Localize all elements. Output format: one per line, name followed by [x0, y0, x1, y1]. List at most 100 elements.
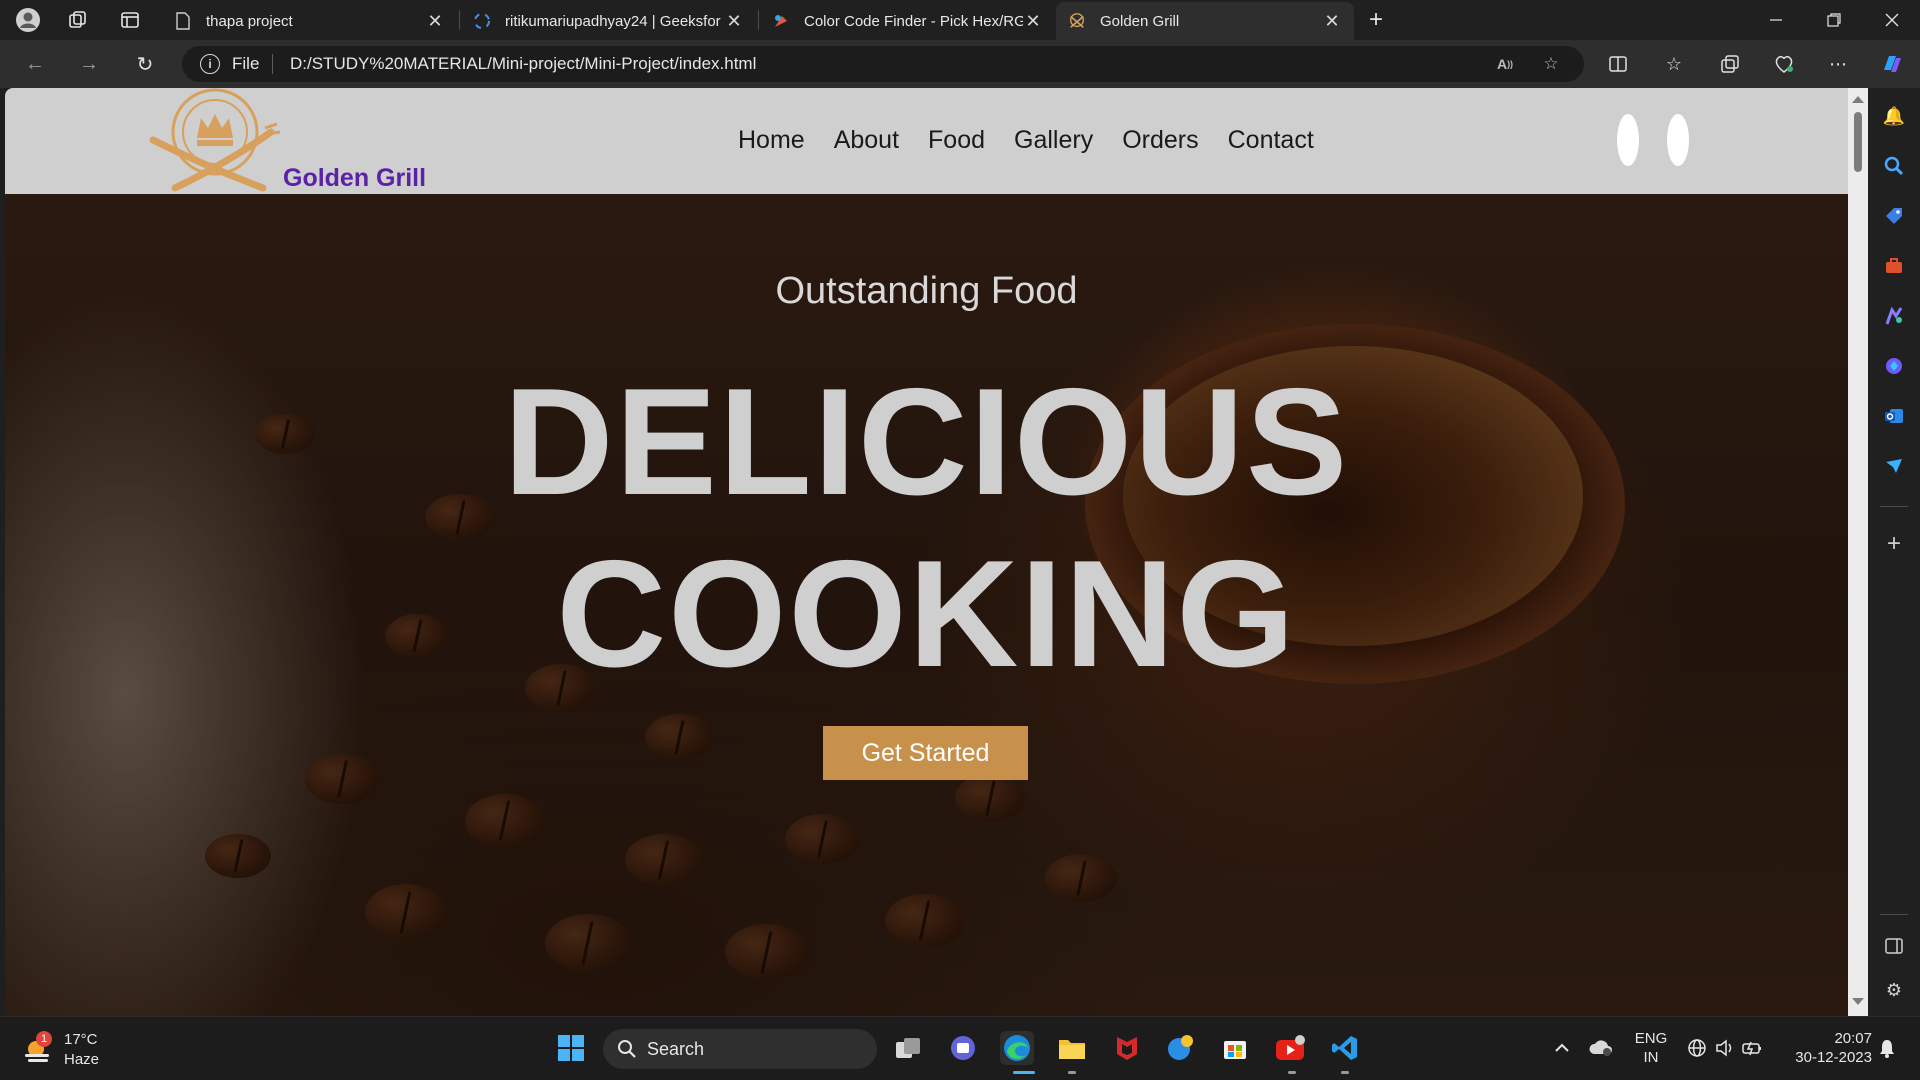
page-viewport: Outstanding Food DELICIOUS COOKING Get S… [5, 88, 1848, 1016]
weather-alert-badge: 1 [36, 1031, 52, 1047]
tab-color-code-finder[interactable]: Color Code Finder - Pick Hex/RG ✕ [760, 2, 1055, 40]
copilot-icon[interactable] [1878, 50, 1906, 78]
brand-name[interactable]: Golden Grill [283, 164, 426, 193]
games-icon[interactable] [1882, 304, 1906, 328]
edge-sidebar: 🔔 + ⚙ [1868, 88, 1920, 1016]
tab-geeksforgeeks[interactable]: ritikumariupadhyay24 | Geeksfor ✕ [461, 2, 756, 40]
workspaces-icon[interactable] [64, 6, 92, 34]
minimize-icon[interactable] [1748, 0, 1804, 40]
show-hidden-icons-chevron-icon[interactable] [1545, 1031, 1579, 1065]
battery-charging-icon[interactable] [1736, 1031, 1770, 1065]
running-app-indicator [1341, 1071, 1349, 1074]
nav-orders[interactable]: Orders [1122, 126, 1198, 155]
tools-briefcase-icon[interactable] [1882, 254, 1906, 278]
browser-toolbar: ← → ↻ i File D:/STUDY%20MATERIAL/Mini-pr… [0, 40, 1920, 88]
sidebar-settings-gear-icon[interactable]: ⚙ [1882, 978, 1906, 1002]
tab-golden-grill[interactable]: Golden Grill ✕ [1056, 2, 1354, 40]
microsoft-store-icon[interactable] [1218, 1031, 1252, 1065]
collections-icon[interactable] [1716, 50, 1744, 78]
mcafee-icon[interactable] [1110, 1031, 1144, 1065]
weather-widget[interactable]: 1 17°C Haze [22, 1029, 132, 1071]
profile-avatar-icon[interactable] [14, 6, 42, 34]
page-scrollbar[interactable] [1848, 88, 1868, 1016]
sidebar-divider [1880, 506, 1908, 507]
outlook-icon[interactable] [1882, 404, 1906, 428]
golden-grill-logo[interactable] [145, 88, 285, 194]
nav-food[interactable]: Food [928, 126, 985, 155]
weather-temperature: 17°C [64, 1031, 98, 1048]
tab-divider [758, 10, 759, 30]
tab-thapa-project[interactable]: thapa project ✕ [162, 2, 457, 40]
header-icon-placeholder[interactable] [1667, 114, 1689, 166]
vscode-icon[interactable] [1328, 1031, 1362, 1065]
edge-browser-icon[interactable] [1000, 1031, 1034, 1065]
clock-date: 30-12-2023 [1795, 1049, 1872, 1066]
close-tab-icon[interactable]: ✕ [1322, 11, 1342, 32]
active-app-indicator [1013, 1071, 1035, 1074]
hero-subtitle: Outstanding Food [775, 270, 1078, 312]
more-options-icon[interactable]: ⋯ [1824, 50, 1852, 78]
nav-home[interactable]: Home [738, 126, 805, 155]
language-code: ENG [1634, 1030, 1668, 1047]
notification-bell-icon[interactable] [1870, 1031, 1904, 1065]
running-app-indicator [1068, 1071, 1076, 1074]
nav-gallery[interactable]: Gallery [1014, 126, 1093, 155]
main-nav: Home About Food Gallery Orders Contact [738, 126, 1314, 155]
split-screen-icon[interactable] [1604, 50, 1632, 78]
start-windows-icon[interactable] [554, 1031, 588, 1065]
favorite-star-icon[interactable]: ☆ [1540, 53, 1562, 75]
search-icon [618, 1040, 636, 1058]
forward-icon[interactable]: → [74, 50, 104, 78]
refresh-icon[interactable]: ↻ [130, 50, 160, 78]
close-window-icon[interactable] [1864, 0, 1920, 40]
header-icon-placeholder[interactable] [1617, 114, 1639, 166]
shopping-tag-icon[interactable] [1882, 204, 1906, 228]
region-code: IN [1643, 1049, 1659, 1066]
task-view-icon[interactable] [891, 1031, 925, 1065]
sidebar-divider [1880, 914, 1908, 915]
page-icon [174, 12, 192, 30]
language-indicator[interactable]: ENG IN [1626, 1029, 1676, 1067]
drop-send-icon[interactable] [1882, 454, 1906, 478]
tab-title: Golden Grill [1100, 12, 1180, 30]
notifications-bell-icon[interactable]: 🔔 [1882, 104, 1906, 128]
weather-app-icon[interactable] [1164, 1031, 1198, 1065]
restore-icon[interactable] [1806, 0, 1862, 40]
close-tab-icon[interactable]: ✕ [724, 11, 744, 32]
nav-contact[interactable]: Contact [1228, 126, 1314, 155]
search-label: Search [647, 1038, 705, 1059]
nav-about[interactable]: About [834, 126, 899, 155]
hero-title-line-2: COOKING [556, 529, 1297, 699]
vertical-tabs-icon[interactable] [116, 6, 144, 34]
scrollbar-thumb[interactable] [1854, 112, 1862, 172]
new-tab-icon[interactable]: + [1362, 6, 1390, 34]
site-info-icon[interactable]: i [200, 54, 220, 74]
hide-sidebar-icon[interactable] [1882, 934, 1906, 958]
youtube-icon[interactable] [1273, 1031, 1307, 1065]
taskbar-search[interactable]: Search [603, 1029, 877, 1069]
scroll-down-arrow-icon[interactable] [1852, 998, 1864, 1005]
browser-tab-strip: thapa project ✕ ritikumariupadhyay24 | G… [0, 0, 1920, 40]
tab-title: Color Code Finder - Pick Hex/RG [804, 12, 1023, 30]
search-icon[interactable] [1882, 154, 1906, 178]
onedrive-cloud-icon[interactable] [1584, 1031, 1618, 1065]
browser-essentials-icon[interactable] [1770, 50, 1798, 78]
get-started-button[interactable]: Get Started [823, 726, 1028, 780]
add-sidebar-app-icon[interactable]: + [1882, 530, 1906, 557]
teams-chat-icon[interactable] [946, 1031, 980, 1065]
back-icon[interactable]: ← [20, 50, 50, 78]
microsoft-365-icon[interactable] [1882, 354, 1906, 378]
close-tab-icon[interactable]: ✕ [425, 11, 445, 32]
read-aloud-icon[interactable]: A)) [1494, 53, 1516, 75]
hero-content: Outstanding Food DELICIOUS COOKING Get S… [5, 194, 1848, 1016]
url-text[interactable]: D:/STUDY%20MATERIAL/Mini-project/Mini-Pr… [290, 54, 756, 74]
favorites-icon[interactable]: ☆ [1660, 50, 1688, 78]
file-explorer-icon[interactable] [1055, 1031, 1089, 1065]
color-picker-icon [772, 12, 790, 30]
close-tab-icon[interactable]: ✕ [1023, 11, 1043, 32]
tab-divider [459, 10, 460, 30]
clock-time: 20:07 [1834, 1030, 1872, 1047]
clock[interactable]: 20:07 30-12-2023 [1778, 1029, 1872, 1067]
address-bar[interactable]: i File D:/STUDY%20MATERIAL/Mini-project/… [182, 46, 1584, 82]
scroll-up-arrow-icon[interactable] [1852, 96, 1864, 103]
